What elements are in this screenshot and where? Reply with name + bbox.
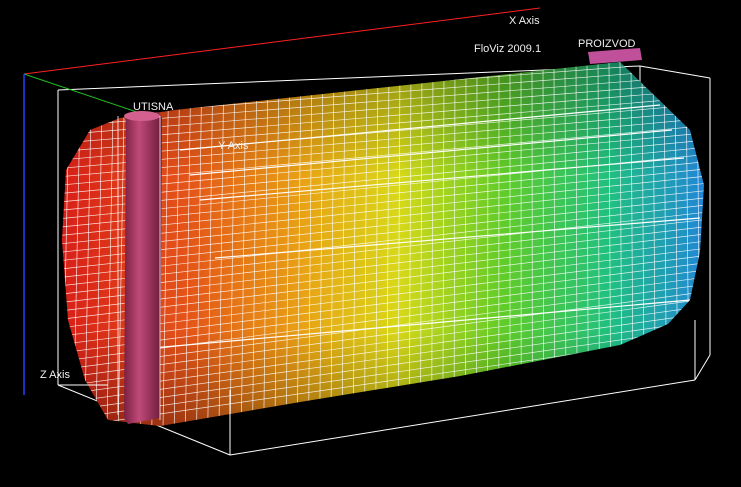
product-watermark-label: FloViz 2009.1 xyxy=(474,43,542,55)
flowviz-viewport[interactable]: X Axis FloViz 2009.1 PROIZVOD UTISNA Y A… xyxy=(0,0,741,487)
x-axis-line xyxy=(23,7,541,75)
outlet-port[interactable] xyxy=(588,48,642,64)
outlet-label: PROIZVOD xyxy=(578,38,636,50)
y-axis-label: Y Axis xyxy=(218,140,249,152)
inlet-label: UTISNA xyxy=(133,101,174,113)
z-axis-label: Z Axis xyxy=(40,369,70,381)
x-axis-label: X Axis xyxy=(509,15,540,27)
3d-scene[interactable] xyxy=(0,0,741,487)
